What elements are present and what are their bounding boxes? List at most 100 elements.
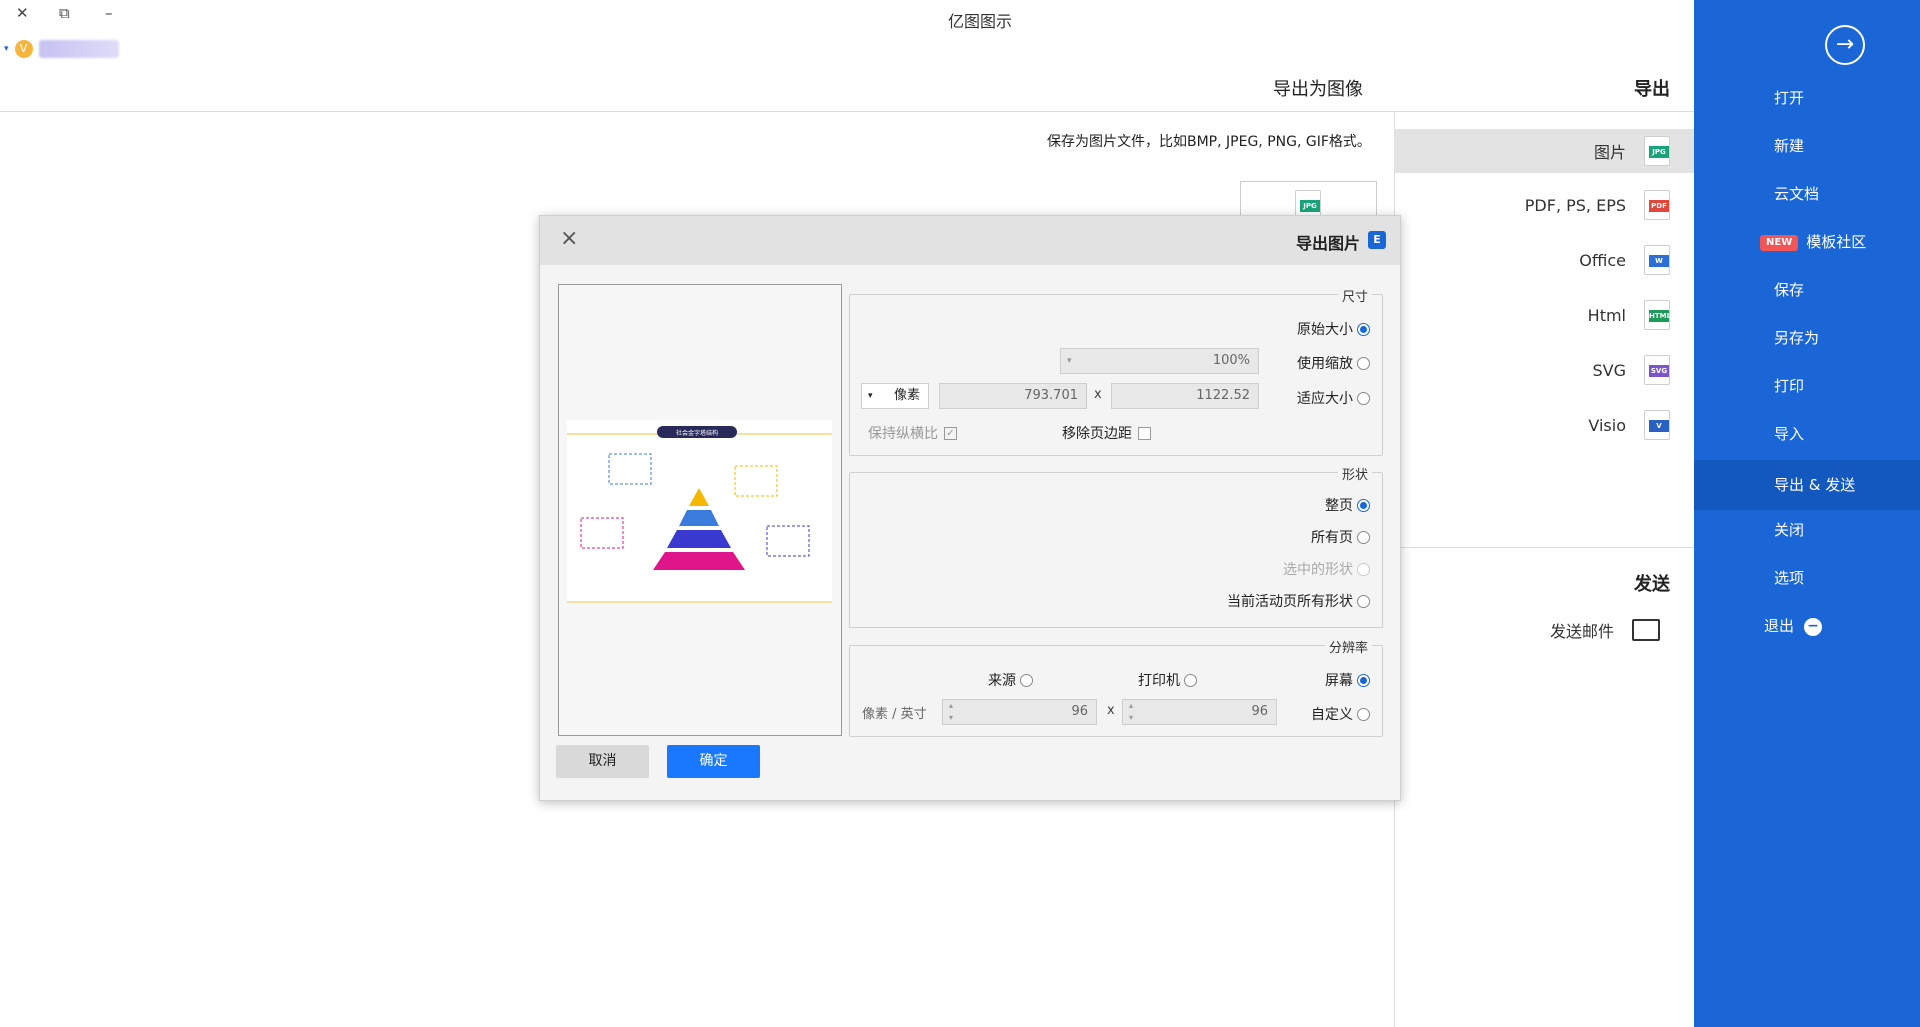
format-label: Visio (1588, 415, 1626, 435)
screen-option[interactable]: 屏幕 (1325, 670, 1370, 690)
all-pages-option[interactable]: 所有页 (1311, 527, 1370, 547)
user-name-blurred (38, 40, 119, 58)
format-item-svg[interactable]: SVG SVG (1394, 348, 1694, 392)
exit-icon: − (1804, 617, 1823, 636)
dpi-unit-label: 像素 / 英寸 (862, 707, 927, 722)
close-window-button[interactable]: ✕ (16, 4, 29, 22)
word-file-icon: W (1644, 245, 1670, 275)
keep-ratio-option[interactable]: 保持纵横比 ✓ (868, 423, 957, 443)
remove-margin-checkbox[interactable] (1138, 426, 1151, 440)
sidebar-item-import[interactable]: 导入 (1694, 412, 1920, 456)
sidebar-item-export-send[interactable]: 导出 & 发送 (1694, 460, 1920, 510)
original-size-option[interactable]: 原始大小 (1297, 319, 1370, 339)
sidebar-item-open[interactable]: 打开 (1694, 76, 1920, 120)
source-option[interactable]: 来源 (988, 670, 1033, 690)
sidebar-item-close[interactable]: 关闭 (1694, 508, 1920, 552)
send-email-label: 发送邮件 (1550, 622, 1615, 641)
sidebar-item-options[interactable]: 选项 (1694, 556, 1920, 600)
format-item-image[interactable]: 图片 JPG (1394, 129, 1694, 173)
custom-label: 自定义 (1311, 707, 1353, 723)
whole-page-label: 整页 (1325, 498, 1353, 514)
current-page-shapes-option[interactable]: 当前活动页所有形状 (1227, 591, 1370, 611)
use-zoom-option[interactable]: 使用缩放 (1297, 353, 1370, 373)
send-heading: 发送 (1634, 574, 1670, 595)
format-label: 图片 (1593, 143, 1626, 162)
vip-badge-icon: V (14, 40, 33, 58)
fit-size-option[interactable]: 适应大小 (1297, 388, 1370, 408)
times-symbol: x (1094, 387, 1102, 402)
current-page-shapes-radio[interactable] (1357, 594, 1370, 608)
cancel-button[interactable]: 取消 (556, 745, 649, 778)
unit-select[interactable]: ▾ 像素 (861, 383, 929, 409)
custom-radio[interactable] (1357, 707, 1370, 721)
arrow-right-icon[interactable]: → (1825, 25, 1865, 65)
format-item-office[interactable]: Office W (1394, 238, 1694, 282)
size-group: 尺寸 原始大小 使用缩放 ▾ 100% 适应大小 1122.52 x 793.7… (849, 286, 1383, 456)
backstage-sidebar: → 打开 新建 云文档 NEW 模板社区 保存 另存为 打印 导入 导出 & 发送… (1694, 0, 1920, 1027)
minimize-window-button[interactable]: – (105, 4, 113, 22)
keep-ratio-checkbox[interactable]: ✓ (944, 426, 957, 440)
custom-option[interactable]: 自定义 (1311, 704, 1370, 724)
format-item-visio[interactable]: Visio V (1394, 403, 1694, 447)
screen-radio[interactable] (1357, 673, 1370, 687)
ok-button[interactable]: 确定 (667, 745, 760, 778)
chevron-down-icon[interactable]: ▾ (4, 44, 9, 54)
remove-margin-option[interactable]: 移除页边距 (1062, 423, 1151, 443)
fit-size-radio[interactable] (1357, 391, 1370, 405)
send-email-button[interactable]: 发送邮件 (1550, 618, 1661, 642)
height-input[interactable]: 793.701 (939, 383, 1087, 409)
title-bar: 亿图图示 ✕ ⧉ – (0, 0, 1694, 34)
printer-option[interactable]: 打印机 (1138, 670, 1197, 690)
close-icon[interactable]: × (560, 226, 578, 251)
format-item-pdf[interactable]: PDF, PS, EPS PDF (1394, 183, 1694, 227)
sidebar-item-print[interactable]: 打印 (1694, 364, 1920, 408)
mail-icon (1632, 619, 1661, 641)
screen-label: 屏幕 (1325, 673, 1353, 689)
whole-page-radio[interactable] (1357, 498, 1370, 512)
diagram-thumbnail: 社会金字塔结构 (567, 420, 832, 603)
use-zoom-label: 使用缩放 (1297, 356, 1353, 372)
resolution-group-title: 分辨率 (1324, 637, 1372, 656)
selected-shapes-label: 选中的形状 (1283, 562, 1353, 578)
width-input[interactable]: 1122.52 (1111, 383, 1259, 409)
sidebar-item-cloud[interactable]: 云文档 (1694, 172, 1920, 216)
pdf-file-icon: PDF (1644, 190, 1670, 220)
sidebar-item-label: 退出 (1764, 617, 1795, 635)
user-account[interactable]: ▾ V (4, 36, 119, 62)
zoom-select[interactable]: ▾ 100% (1060, 348, 1259, 374)
restore-window-button[interactable]: ⧉ (59, 4, 70, 22)
remove-margin-label: 移除页边距 (1062, 426, 1132, 442)
dpi-y-stepper[interactable]: ▴ ▾ 96 (942, 699, 1097, 725)
export-heading: 导出 (1634, 79, 1670, 100)
sidebar-item-save-as[interactable]: 另存为 (1694, 316, 1920, 360)
selected-shapes-option[interactable]: 选中的形状 (1283, 559, 1370, 579)
format-item-html[interactable]: Html HTML (1394, 293, 1694, 337)
original-size-radio[interactable] (1357, 322, 1370, 336)
original-size-label: 原始大小 (1297, 322, 1353, 338)
use-zoom-radio[interactable] (1357, 356, 1370, 370)
send-divider (1394, 547, 1694, 548)
preview-title: 社会金字塔结构 (676, 429, 718, 437)
format-label: Html (1587, 305, 1626, 325)
fit-size-label: 适应大小 (1297, 391, 1353, 407)
jpg-file-icon: JPG (1644, 136, 1670, 166)
source-radio[interactable] (1020, 673, 1033, 687)
export-preview: 社会金字塔结构 (558, 284, 842, 736)
printer-label: 打印机 (1138, 673, 1180, 689)
whole-page-option[interactable]: 整页 (1325, 495, 1370, 515)
selected-shapes-radio[interactable] (1357, 562, 1370, 576)
format-label: PDF, PS, EPS (1524, 195, 1626, 215)
sidebar-item-save[interactable]: 保存 (1694, 268, 1920, 312)
format-label: Office (1579, 250, 1626, 270)
printer-radio[interactable] (1184, 673, 1197, 687)
visio-file-icon: V (1644, 410, 1670, 440)
all-pages-radio[interactable] (1357, 530, 1370, 544)
dpi-x-stepper[interactable]: ▴ ▾ 96 (1122, 699, 1277, 725)
dpi-y-value: 96 (1071, 704, 1088, 719)
current-page-shapes-label: 当前活动页所有形状 (1227, 594, 1353, 610)
sidebar-item-new[interactable]: 新建 (1694, 124, 1920, 168)
sidebar-item-exit[interactable]: 退出 − (1694, 604, 1920, 648)
sidebar-item-template-community[interactable]: NEW 模板社区 (1694, 220, 1920, 264)
svg-file-icon: SVG (1644, 355, 1670, 385)
unit-value: 像素 (893, 388, 920, 403)
